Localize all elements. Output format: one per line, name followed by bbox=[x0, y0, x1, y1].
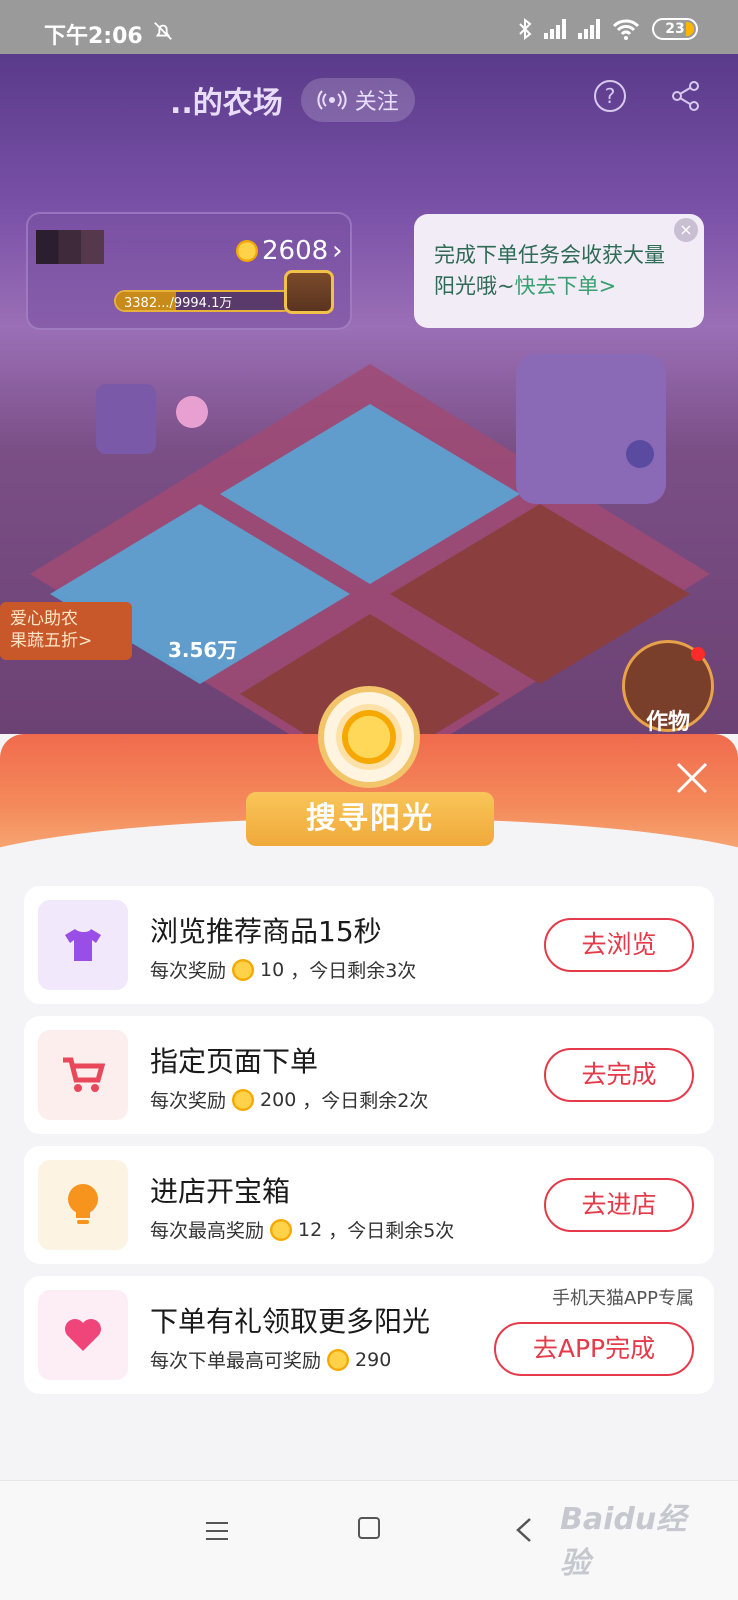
wifi-icon bbox=[612, 19, 640, 40]
task-card-browse[interactable]: 浏览推荐商品15秒 每次奖励 10 ，今日剩余3次 去浏览 bbox=[24, 886, 714, 1004]
task-title: 指定页面下单 bbox=[150, 1045, 319, 1078]
go-browse-button[interactable]: 去浏览 bbox=[544, 918, 694, 972]
task-title: 进店开宝箱 bbox=[150, 1175, 291, 1208]
go-shop-button[interactable]: 去进店 bbox=[544, 1178, 694, 1232]
go-complete-button[interactable]: 去完成 bbox=[544, 1048, 694, 1102]
sunshine-emblem-icon bbox=[318, 686, 420, 788]
battery-icon: 23 bbox=[652, 18, 698, 40]
status-time: 下午2:06 bbox=[44, 24, 143, 49]
bluetooth-icon bbox=[519, 18, 532, 40]
baidu-watermark: Baidu经验 bbox=[560, 1502, 687, 1581]
sheet-title: 搜寻阳光 bbox=[246, 792, 494, 846]
task-reward: 每次最高奖励 12 ，今日剩余5次 bbox=[150, 1218, 455, 1242]
notification-dot bbox=[691, 647, 705, 661]
app-exclusive-note: 手机天猫APP专属 bbox=[551, 1288, 694, 1309]
back-icon[interactable] bbox=[514, 1517, 536, 1543]
status-bar: 下午2:06 23 bbox=[0, 0, 738, 54]
task-reward: 每次下单最高可奖励 290 bbox=[150, 1348, 392, 1372]
task-reward: 每次奖励 200 ，今日剩余2次 bbox=[150, 1088, 429, 1112]
sun-icon bbox=[232, 1088, 255, 1111]
signal-icon bbox=[544, 19, 566, 39]
sun-icon bbox=[232, 958, 255, 981]
lightbulb-icon bbox=[38, 1160, 128, 1250]
farm-scene[interactable]: ..的农场 关注 ? 2608 › 3382.../9994.1万 完成下单任务… bbox=[0, 54, 738, 774]
crops-label: 作物 bbox=[646, 710, 691, 735]
task-title: 下单有礼领取更多阳光 bbox=[150, 1305, 431, 1338]
menu-icon[interactable] bbox=[206, 1521, 228, 1541]
task-card-order[interactable]: 指定页面下单 每次奖励 200 ，今日剩余2次 去完成 bbox=[24, 1016, 714, 1134]
sun-icon bbox=[327, 1348, 350, 1371]
status-icons: 23 bbox=[518, 18, 698, 40]
task-reward: 每次奖励 10 ，今日剩余3次 bbox=[150, 958, 417, 982]
signal-icon-2 bbox=[578, 19, 600, 39]
task-card-shop[interactable]: 进店开宝箱 每次最高奖励 12 ，今日剩余5次 去进店 bbox=[24, 1146, 714, 1264]
floating-number: 3.56万 bbox=[168, 638, 238, 662]
tshirt-icon bbox=[38, 900, 128, 990]
promo-badge[interactable]: 爱心助农 果蔬五折> bbox=[0, 602, 132, 660]
cart-icon bbox=[38, 1030, 128, 1120]
sun-icon bbox=[270, 1218, 293, 1241]
mute-bell-icon bbox=[154, 22, 172, 40]
task-title: 浏览推荐商品15秒 bbox=[150, 915, 382, 948]
close-sheet-icon[interactable] bbox=[674, 760, 710, 796]
heart-icon bbox=[38, 1290, 128, 1380]
go-app-button[interactable]: 去APP完成 bbox=[494, 1322, 694, 1376]
home-icon[interactable] bbox=[358, 1517, 380, 1539]
task-card-app[interactable]: 下单有礼领取更多阳光 每次下单最高可奖励 290 手机天猫APP专属 去APP完… bbox=[24, 1276, 714, 1394]
